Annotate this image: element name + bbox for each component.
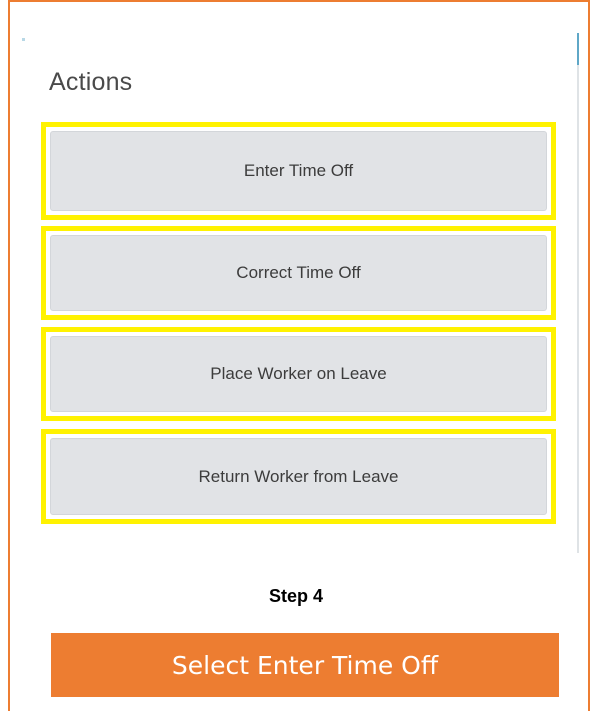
instruction-banner: Select Enter Time Off xyxy=(51,633,559,697)
enter-time-off-button[interactable]: Enter Time Off xyxy=(50,131,547,211)
panel-right-edge xyxy=(577,33,579,553)
return-worker-from-leave-button[interactable]: Return Worker from Leave xyxy=(50,438,547,515)
highlight-place-worker-on-leave: Place Worker on Leave xyxy=(41,327,556,421)
highlight-return-worker-from-leave: Return Worker from Leave xyxy=(41,429,556,524)
place-worker-on-leave-button[interactable]: Place Worker on Leave xyxy=(50,336,547,412)
scrollbar-thumb[interactable] xyxy=(577,33,579,65)
step-label: Step 4 xyxy=(268,586,324,606)
highlight-correct-time-off: Correct Time Off xyxy=(41,226,556,320)
correct-time-off-button[interactable]: Correct Time Off xyxy=(50,235,547,311)
panel-corner-mark xyxy=(22,38,25,41)
actions-heading: Actions xyxy=(49,68,133,96)
highlight-enter-time-off: Enter Time Off xyxy=(41,122,556,220)
